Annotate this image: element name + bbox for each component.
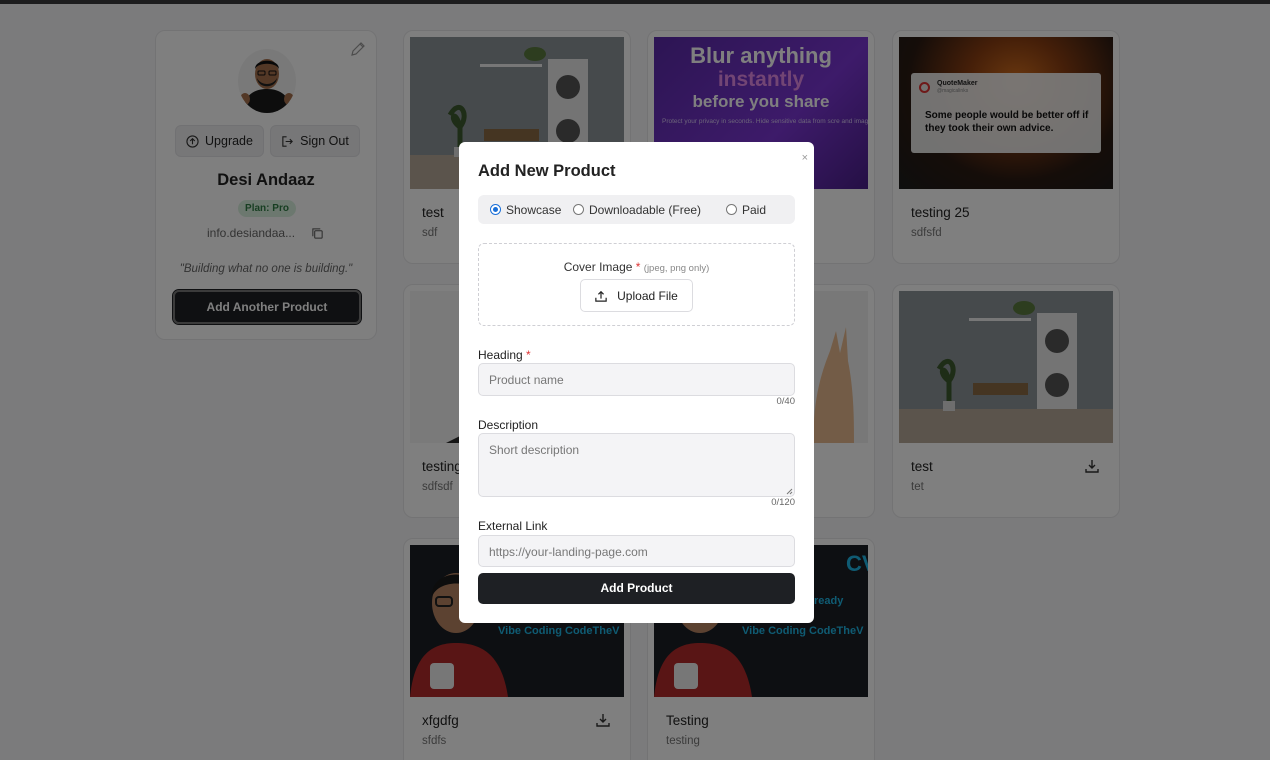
heading-char-count: 0/40 [776,396,796,407]
description-textarea[interactable]: Short description [478,433,795,497]
type-paid-radio[interactable]: Paid [726,203,766,217]
heading-label: Heading * [478,348,531,362]
type-showcase-radio[interactable]: Showcase [490,203,561,217]
upload-file-button[interactable]: Upload File [580,279,693,312]
cover-image-dropzone[interactable]: Cover Image * (jpeg, png only) Upload Fi… [478,243,795,326]
type-downloadable-radio[interactable]: Downloadable (Free) [573,203,701,217]
cover-hint: (jpeg, png only) [643,263,710,274]
description-char-count: 0/120 [771,497,795,508]
radio-icon [726,204,737,215]
upload-label: Upload File [617,288,678,303]
required-mark: * [635,260,641,274]
radio-selected-icon [490,204,501,215]
type-label: Paid [742,202,767,217]
type-label: Showcase [506,202,562,217]
heading-input[interactable]: Product name [478,363,795,396]
required-mark: * [526,348,531,362]
external-link-label: External Link [478,519,548,533]
upload-icon [595,290,607,302]
type-label: Downloadable (Free) [589,202,702,217]
cover-image-label: Cover Image * (jpeg, png only) [563,260,710,274]
radio-icon [573,204,584,215]
close-icon[interactable]: × [802,152,808,164]
add-product-button[interactable]: Add Product [478,573,795,604]
external-link-input[interactable]: https://your-landing-page.com [478,535,795,567]
description-label: Description [478,418,539,432]
modal-title: Add New Product [478,162,616,180]
add-product-modal: × Add New Product Showcase Downloadable … [459,142,814,623]
resize-handle-icon[interactable] [786,488,793,495]
product-type-selector: Showcase Downloadable (Free) Paid [478,195,795,224]
